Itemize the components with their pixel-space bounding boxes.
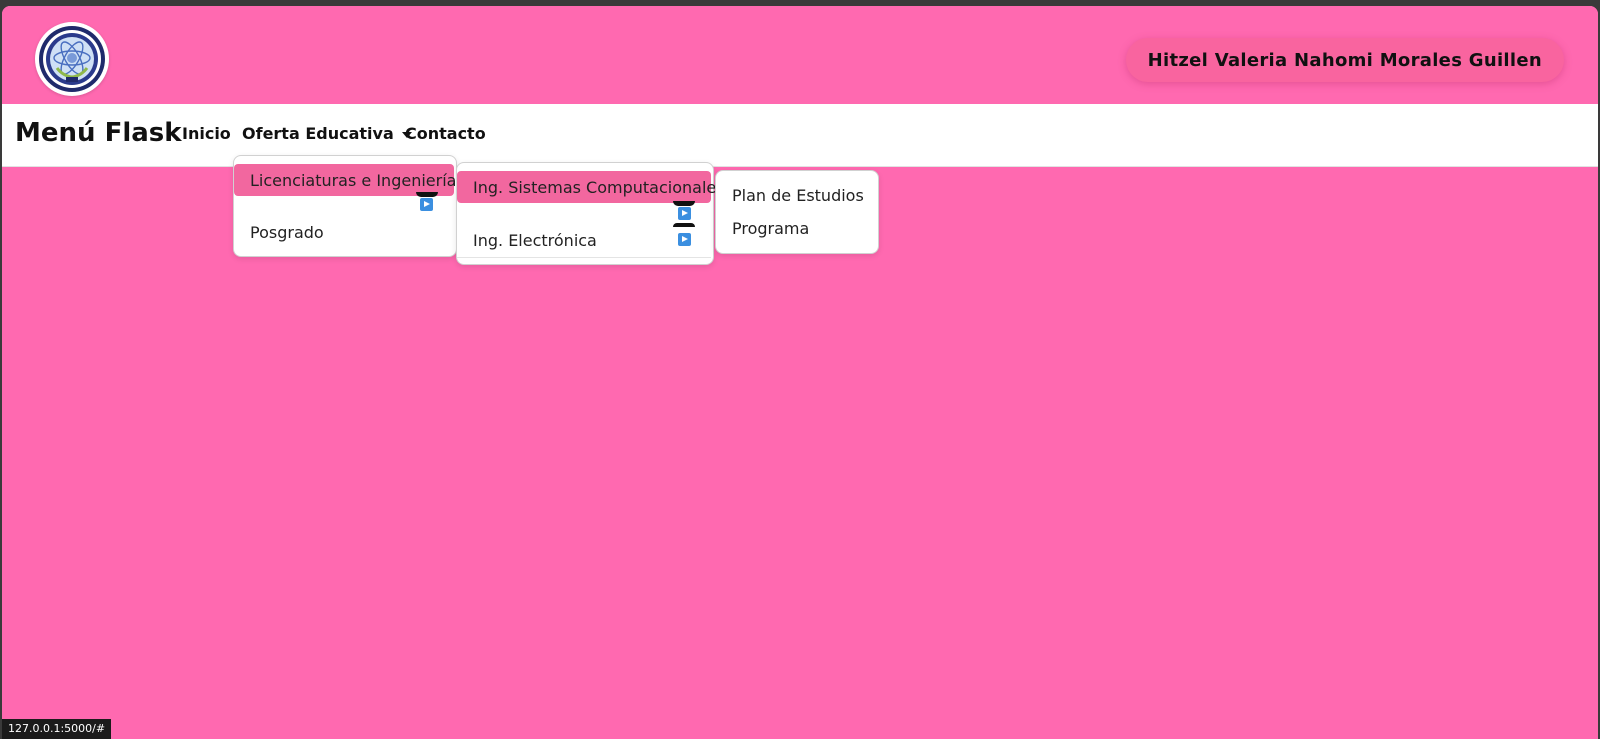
nav-link-inicio[interactable]: Inicio	[182, 124, 231, 143]
submenu-indicator-bar	[416, 192, 438, 197]
menu-item-programa-label: Programa	[732, 219, 810, 238]
play-arrow-icon	[678, 233, 691, 246]
user-name-badge: Hitzel Valeria Nahomi Morales Guillen	[1125, 38, 1564, 82]
play-arrow-icon	[420, 198, 433, 211]
menu-item-posgrado[interactable]: Posgrado	[234, 216, 454, 248]
menu-item-posgrado-label: Posgrado	[250, 223, 324, 242]
menu-item-plan-de-estudios-label: Plan de Estudios	[732, 186, 864, 205]
nav-link-oferta-label: Oferta Educativa	[242, 124, 394, 143]
page-header: Hitzel Valeria Nahomi Morales Guillen	[2, 6, 1598, 104]
menu-item-licenciaturas[interactable]: Licenciaturas e Ingenierías	[234, 164, 465, 197]
menu-item-licenciaturas-label: Licenciaturas e Ingenierías	[250, 171, 465, 190]
school-seal-logo[interactable]	[35, 22, 109, 96]
menu-item-plan-de-estudios[interactable]: Plan de Estudios	[716, 181, 876, 211]
menu-item-programa[interactable]: Programa	[716, 214, 876, 244]
school-seal-logo-graphic	[39, 26, 105, 92]
menu-item-ing-electronica-label: Ing. Electrónica	[473, 231, 597, 250]
navbar-brand[interactable]: Menú Flask	[15, 118, 182, 148]
submenu-indicator-bar	[673, 223, 695, 227]
browser-window: Hitzel Valeria Nahomi Morales Guillen Me…	[2, 6, 1598, 739]
submenu-indicator-bar	[673, 201, 695, 206]
menu-item-ing-sistemas-label: Ing. Sistemas Computacionales	[473, 178, 725, 197]
link-status-bar: 127.0.0.1:5000/#	[2, 719, 112, 739]
menu-item-ing-electronica[interactable]: Ing. Electrónica	[457, 223, 711, 258]
nav-link-oferta-educativa[interactable]: Oferta Educativa	[242, 124, 412, 143]
dropdown-ing-sistemas: Plan de Estudios Programa	[715, 170, 879, 254]
dropdown-licenciaturas: Ing. Sistemas Computacionales Ing. Elect…	[456, 162, 725, 265]
nav-link-contacto-label: Contacto	[405, 124, 486, 143]
dropdown-oferta-educativa: Licenciaturas e Ingenierías Posgrado	[233, 155, 465, 257]
nav-link-contacto[interactable]: Contacto	[405, 124, 486, 143]
play-arrow-icon	[678, 207, 691, 220]
nav-link-inicio-label: Inicio	[182, 124, 231, 143]
menu-item-ing-sistemas[interactable]: Ing. Sistemas Computacionales	[457, 171, 725, 206]
